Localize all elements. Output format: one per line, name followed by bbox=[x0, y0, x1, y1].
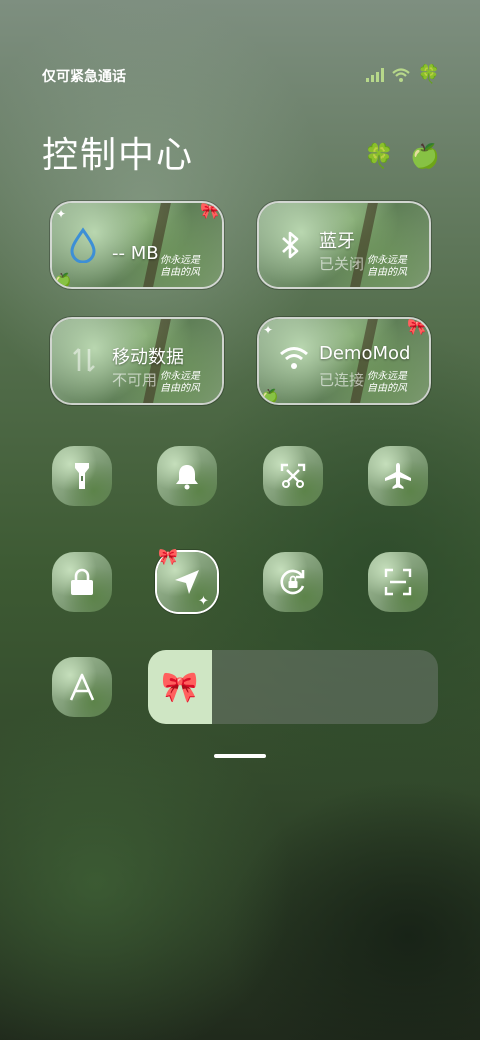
sparkle-icon: ✦ bbox=[198, 594, 209, 609]
carrier-label: 仅可紧急通话 bbox=[42, 69, 126, 85]
brightness-slider-fill: 🎀 bbox=[148, 650, 212, 724]
status-icons: 🍀 bbox=[365, 64, 440, 85]
screenshot-toggle[interactable] bbox=[263, 446, 323, 506]
wifi-icon bbox=[280, 347, 308, 369]
scissors-icon bbox=[280, 463, 306, 488]
home-indicator[interactable] bbox=[214, 754, 266, 758]
wifi-status-icon bbox=[391, 67, 410, 82]
bluetooth-label: 蓝牙 bbox=[319, 231, 355, 252]
wifi-tile[interactable]: DemoMod 已连接 你永远是 自由的风 🎀 🍏 ✦ bbox=[259, 319, 429, 403]
status-bar: 仅可紧急通话 🍀 bbox=[42, 64, 440, 88]
wifi-network-name: DemoMod bbox=[319, 343, 411, 364]
rotation-lock-toggle[interactable] bbox=[263, 552, 323, 612]
signature-text: 你永远是 自由的风 bbox=[160, 371, 200, 394]
scanner-toggle[interactable] bbox=[368, 552, 428, 612]
mobile-data-tile[interactable]: 移动数据 不可用 你永远是 自由的风 bbox=[52, 319, 222, 403]
sparkle-icon: ✦ bbox=[56, 207, 67, 221]
apple-icon: 🍏 bbox=[261, 389, 279, 403]
bluetooth-icon bbox=[282, 231, 299, 259]
clover-icon: 🍀 bbox=[417, 64, 440, 85]
water-drop-icon bbox=[70, 227, 96, 263]
bow-icon: 🎀 bbox=[158, 547, 178, 566]
location-arrow-icon bbox=[175, 570, 199, 594]
lock-icon bbox=[71, 568, 93, 595]
airplane-mode-toggle[interactable] bbox=[368, 446, 428, 506]
lock-screen-toggle[interactable] bbox=[52, 552, 112, 612]
rotation-lock-icon bbox=[280, 569, 305, 595]
bow-icon: 🎀 bbox=[161, 669, 199, 705]
airplane-icon bbox=[385, 463, 411, 489]
mobile-data-icon bbox=[73, 348, 95, 372]
bluetooth-tile[interactable]: 蓝牙 已关闭 你永远是 自由的风 bbox=[259, 203, 429, 287]
clover-icon: 🍀 bbox=[364, 142, 394, 170]
brightness-slider[interactable]: 🎀 bbox=[148, 650, 438, 724]
mobile-data-status: 不可用 bbox=[112, 371, 158, 389]
sparkle-icon: ✦ bbox=[263, 323, 274, 337]
bluetooth-status: 已关闭 bbox=[319, 255, 365, 273]
data-usage-value: -- MB bbox=[112, 243, 159, 264]
wifi-status: 已连接 bbox=[319, 371, 365, 389]
scan-icon bbox=[384, 568, 412, 596]
bow-icon: 🎀 bbox=[407, 319, 427, 336]
font-a-icon bbox=[69, 673, 95, 701]
reading-mode-toggle[interactable] bbox=[52, 657, 112, 717]
mobile-data-label: 移动数据 bbox=[112, 347, 184, 368]
signature-text: 你永远是 自由的风 bbox=[367, 371, 407, 394]
signal-icon bbox=[365, 67, 384, 82]
apple-icon: 🍏 bbox=[410, 142, 440, 170]
page-title: 控制中心 bbox=[42, 135, 195, 176]
data-usage-tile[interactable]: -- MB 你永远是 自由的风 🎀 🍏 ✦ bbox=[52, 203, 222, 287]
signature-text: 你永远是 自由的风 bbox=[367, 255, 407, 278]
ring-toggle[interactable] bbox=[157, 446, 217, 506]
signature-text: 你永远是 自由的风 bbox=[160, 255, 200, 278]
flashlight-icon bbox=[75, 463, 89, 489]
bell-icon bbox=[176, 465, 198, 490]
apple-icon: 🍏 bbox=[54, 273, 72, 287]
flashlight-toggle[interactable] bbox=[52, 446, 112, 506]
bow-icon: 🎀 bbox=[200, 203, 220, 220]
